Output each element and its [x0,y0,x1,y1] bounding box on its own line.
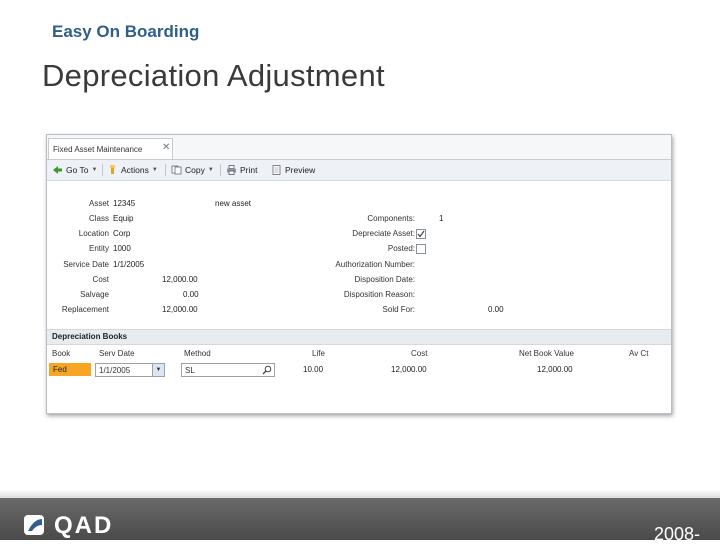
chevron-down-icon: ▼ [207,166,214,173]
close-icon[interactable]: ✕ [162,142,170,153]
toolbar-divider [102,164,103,176]
print-label: Print [240,164,258,175]
book-value: Fed [53,365,67,374]
toolbar: Go To ▼ Actions ▼ Copy ▼ Print Preview [47,160,671,181]
components-label: Components: [367,214,415,223]
column-header-net-book-value[interactable]: Net Book Value [519,349,574,358]
column-header-book[interactable]: Book [52,349,70,358]
tab-fixed-asset-maintenance[interactable]: Fixed Asset Maintenance ✕ [48,138,173,159]
preview-button[interactable]: Preview [271,164,315,176]
asset-label: Asset [88,199,109,208]
column-header-acct[interactable]: Av Ct [629,349,648,358]
footer-band [0,490,720,498]
serv-date-value: 1/1/2005 [99,366,131,375]
chevron-down-icon[interactable]: ▼ [152,364,164,376]
column-header-serv-date[interactable]: Serv Date [99,349,135,358]
preview-icon [272,164,281,175]
tab-bar: Fixed Asset Maintenance ✕ [47,135,671,160]
service-date-field[interactable]: 1/1/2005 [113,260,144,269]
copy-button[interactable]: Copy ▼ [171,164,214,176]
components-value: 1 [439,214,444,223]
section-kicker: Easy On Boarding [52,22,200,41]
column-header-method[interactable]: Method [184,349,211,358]
net-book-value[interactable]: 12,000.00 [537,365,573,374]
sold-for-label: Sold For: [382,305,415,314]
logo-text: QAD [54,512,114,539]
table-row[interactable]: Fed 1/1/2005 ▼ SL 10.00 12,000.00 12,000… [47,363,671,377]
actions-label: Actions [121,164,149,175]
class-field[interactable]: Equip [113,214,133,223]
posted-label: Posted: [387,244,415,253]
goto-label: Go To [66,164,89,175]
column-header-life[interactable]: Life [312,349,325,358]
copyright-year: 2008- [654,524,701,544]
qad-logo-icon [24,515,44,535]
disposition-reason-label: Disposition Reason: [343,290,415,299]
app-window: Fixed Asset Maintenance ✕ Go To ▼ Actions… [46,134,672,414]
life-value[interactable]: 10.00 [303,365,323,374]
tab-label: Fixed Asset Maintenance [53,145,143,154]
salvage-label: Salvage [80,290,109,299]
service-date-label: Service Date [63,260,109,269]
book-cell[interactable]: Fed [49,363,91,376]
preview-label: Preview [285,164,316,175]
depreciate-asset-label: Depreciate Asset: [352,229,415,238]
class-label: Class [88,214,109,223]
method-value: SL [185,366,195,375]
serv-date-picker[interactable]: 1/1/2005 ▼ [95,363,165,377]
disposition-date-label: Disposition Date: [354,275,415,284]
cost-value[interactable]: 12,000.00 [391,365,427,374]
salvage-field[interactable]: 0.00 [183,290,199,299]
checkmark-icon [417,230,425,238]
actions-button[interactable]: Actions ▼ [107,164,158,176]
entity-label: Entity [88,244,109,253]
print-button[interactable]: Print [226,164,257,176]
green-arrow-icon [53,165,62,174]
sold-for-field[interactable]: 0.00 [488,305,504,314]
cost-label: Cost [92,275,109,284]
authorization-number-label: Authorization Number: [335,260,415,269]
search-icon[interactable] [262,365,272,375]
cost-field[interactable]: 12,000.00 [162,275,198,284]
entity-field[interactable]: 1000 [113,244,131,253]
depreciate-asset-checkbox[interactable] [416,229,426,239]
replacement-label: Replacement [61,305,109,314]
goto-button[interactable]: Go To ▼ [52,164,97,176]
toolbar-divider [220,164,221,176]
page-title: Depreciation Adjustment [42,58,385,93]
asset-field[interactable]: 12345 [113,199,135,208]
depreciation-books-header: Depreciation Books [47,329,671,345]
toolbar-divider [165,164,166,176]
location-label: Location [78,229,109,238]
chevron-down-icon: ▼ [151,166,158,173]
asset-form: Asset 12345 new asset Class Equip Locati… [47,181,671,326]
copy-label: Copy [185,164,205,175]
printer-icon [227,164,236,175]
asset-description: new asset [215,199,252,208]
replacement-field[interactable]: 12,000.00 [162,305,198,314]
chevron-down-icon: ▼ [91,166,98,173]
location-field[interactable]: Corp [113,229,130,238]
wand-icon [110,164,115,174]
copy-icon [171,165,182,175]
posted-checkbox[interactable] [416,244,426,254]
method-input[interactable]: SL [181,363,275,377]
column-header-cost[interactable]: Cost [411,349,427,358]
section-title: Depreciation Books [52,332,128,341]
